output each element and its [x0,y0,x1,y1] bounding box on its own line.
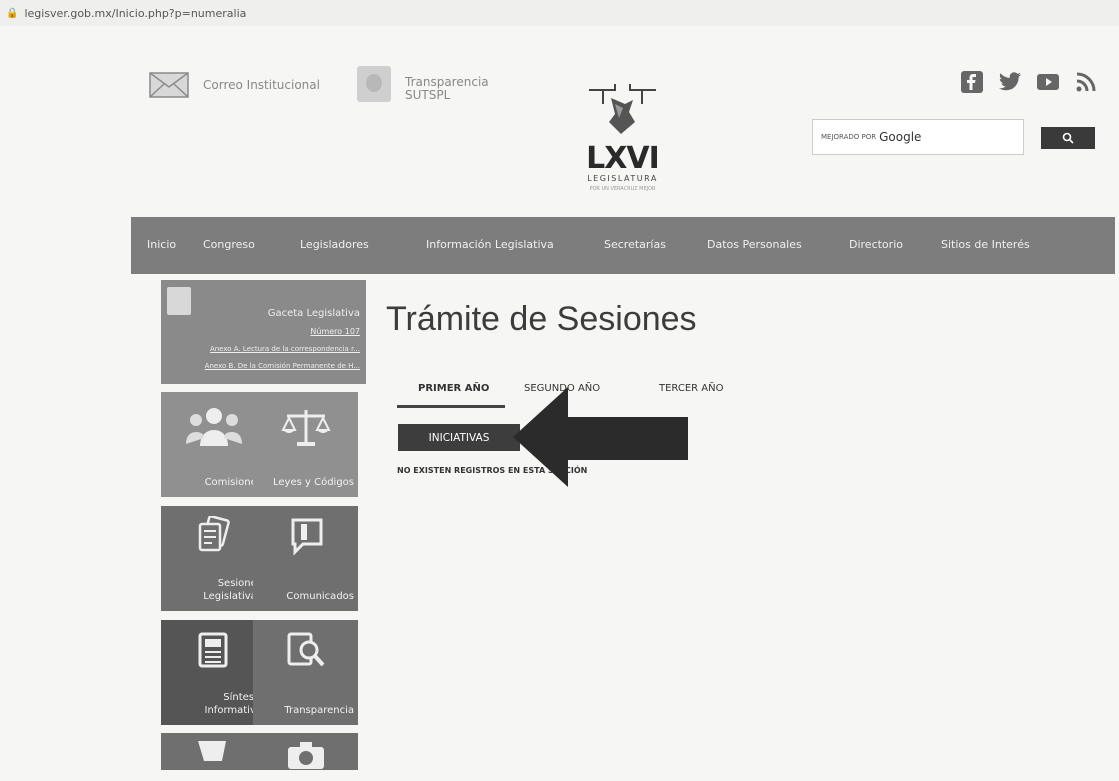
rss-icon[interactable] [1074,70,1098,94]
gaceta-book-icon [167,287,191,315]
nav-item-datos-personales[interactable]: Datos Personales [707,238,802,251]
search-input[interactable]: MEJORADO POR Google [812,119,1024,155]
tile-leyes-y-codigos[interactable]: Leyes y Códigos [253,392,358,497]
transparencia-sutspl-link[interactable]: Transparencia SUTSPL [357,66,489,102]
cart-icon [197,741,226,761]
camera-icon [287,742,324,769]
gaceta-title: Gaceta Legislativa [267,308,360,319]
tile-comisiones[interactable]: Comisiones [161,392,266,497]
tab-primer-ano[interactable]: PRIMER AÑO [418,383,489,394]
twitter-icon[interactable] [998,70,1022,94]
tile-sintesis-informativa[interactable]: Síntesis Informativa [161,620,266,725]
tile-sesiones-legislativas[interactable]: Sesiones Legislativas [161,506,266,611]
lxvi-legislatura-logo[interactable]: LXVI LEGISLATURA POR UN VERACRUZ MEJOR [585,78,660,208]
tile-transparencia[interactable]: Transparencia [253,620,358,725]
tile-label: Leyes y Códigos [272,477,354,488]
social-links [960,70,1098,94]
tile-label: Síntesis Informativa [204,692,262,716]
transparencia-label: Transparencia SUTSPL [405,75,489,102]
active-tab-indicator [397,405,505,408]
gaceta-anexo-a-link[interactable]: Anexo A. Lectura de la correspondencia r… [210,345,360,353]
annotation-arrow-icon [513,387,688,487]
youtube-icon[interactable] [1036,70,1060,94]
nav-item-secretarias[interactable]: Secretarías [604,238,666,251]
nav-item-informacion-legislativa[interactable]: Información Legislativa [426,238,554,251]
nav-item-directorio[interactable]: Directorio [849,238,903,251]
sutspl-emblem-icon [357,66,391,102]
tile-camera[interactable] [253,733,358,770]
magnifier-doc-icon [287,632,324,667]
gaceta-anexo-b-link[interactable]: Anexo B. De la Comisión Permanente de H.… [205,362,360,370]
mail-icon [149,72,189,98]
url-text[interactable]: legisver.gob.mx/Inicio.php?p=numeralia [24,7,246,20]
search-icon [1062,132,1074,144]
facebook-icon[interactable] [960,70,984,94]
correo-institucional-link[interactable]: Correo Institucional [149,72,320,98]
iniciativas-button[interactable]: INICIATIVAS [398,424,520,451]
gaceta-legislativa-box[interactable]: Gaceta Legislativa Número 107 Anexo A. L… [161,280,366,384]
correo-label: Correo Institucional [203,78,320,92]
nav-item-sitios-de-interes[interactable]: Sitios de Interés [941,238,1030,251]
google-brand: Google [879,130,922,144]
search-prefix: MEJORADO POR [821,133,877,141]
scales-icon [280,410,331,446]
tile-cart[interactable] [161,733,266,770]
tile-label: Comisiones [204,477,262,488]
newspaper-icon [198,632,227,668]
tile-label: Transparencia [284,705,354,716]
gaceta-number-link[interactable]: Número 107 [310,327,360,336]
documents-icon [198,516,230,552]
tile-label: Comunicados [286,591,354,602]
search-button[interactable] [1041,127,1095,149]
tile-label: Sesiones Legislativas [203,578,262,602]
logo-emblem-icon [589,84,656,134]
lock-icon: 🔒 [6,7,19,19]
speech-icon [291,518,322,556]
nav-item-congreso[interactable]: Congreso [203,238,255,251]
main-navbar: Inicio Congreso Legisladores Información… [131,217,1115,274]
nav-item-inicio[interactable]: Inicio [147,238,176,251]
tile-comunicados[interactable]: Comunicados [253,506,358,611]
logo-lxvi: LXVI [586,141,660,176]
page-title: Trámite de Sesiones [386,300,697,338]
nav-item-legisladores[interactable]: Legisladores [300,238,369,251]
browser-address-bar[interactable]: 🔒 legisver.gob.mx/Inicio.php?p=numeralia [0,0,1119,26]
logo-legislatura: LEGISLATURA [587,174,658,183]
logo-tagline: POR UN VERACRUZ MEJOR [589,186,656,192]
people-icon [185,408,242,446]
